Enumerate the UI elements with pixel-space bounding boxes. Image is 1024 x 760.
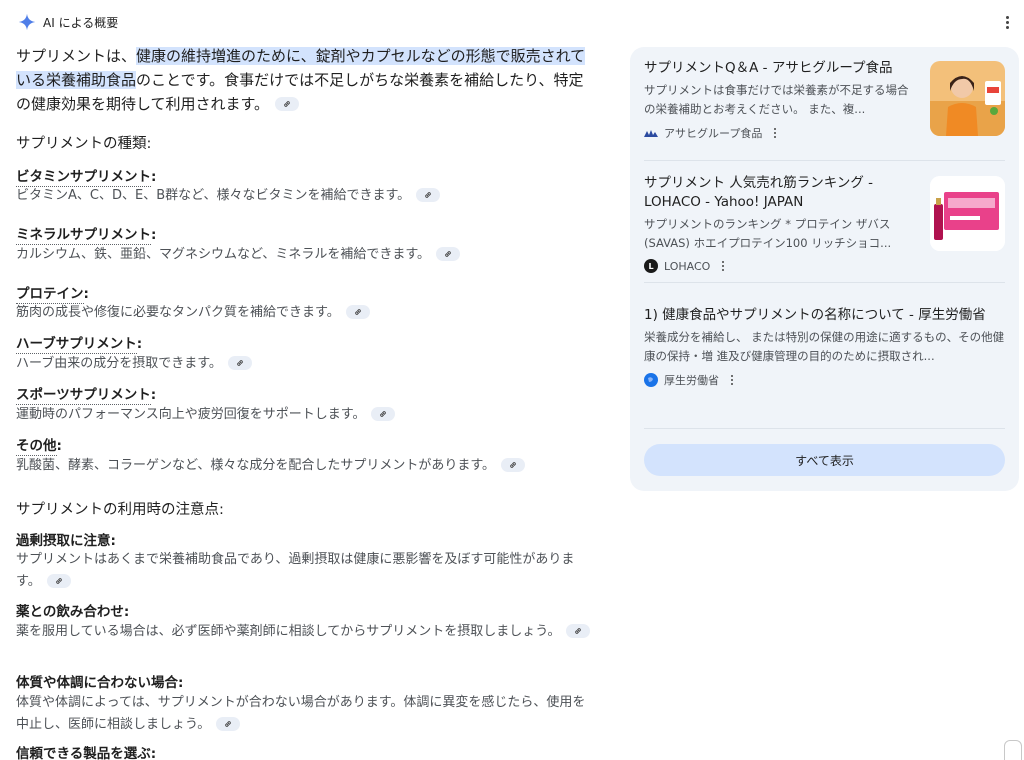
more-options-icon[interactable] [998,12,1016,32]
source-card-snippet: サプリメントのランキング * プロテイン ザバス(SAVAS) ホエイプロテイン… [644,217,892,250]
asahi-logo-icon [644,128,658,138]
caution-title: 体質や体調に合わない場合: [16,675,184,691]
source-link-icon[interactable] [46,573,71,588]
source-card-snippet: サプリメントは食事だけでは栄養素が不足する場合の栄養補助とお考えください。 また… [644,83,909,116]
show-all-button[interactable]: すべて表示 [644,444,1005,476]
card-divider [644,282,1005,283]
source-card-title[interactable]: 1) 健康食品やサプリメントの名称について - 厚生労働省 [644,306,1005,325]
source-card-site: L LOHACO [644,259,914,273]
ai-overview-header: AI による概要 [18,11,118,33]
caution-title: 信頼できる製品を選ぶ: [16,746,157,760]
intro-paragraph: サプリメントは、健康の維持増進のために、錠剤やカプセルなどの形態で販売されている… [16,44,592,116]
cautions-heading: サプリメントの利用時の注意点: [16,502,224,518]
ai-overview-title: AI による概要 [43,15,119,30]
type-desc: ビタミンA、C、D、E、B群など、様々なビタミンを補給できます。 [16,185,592,207]
source-thumbnail[interactable] [930,61,1005,136]
types-heading: サプリメントの種類: [16,136,152,152]
source-card[interactable]: 1) 健康食品やサプリメントの名称について - 厚生労働省 栄養成分を補給し、 … [644,306,1005,388]
gemini-sparkle-icon [18,13,36,31]
scroll-to-bottom-button[interactable] [1004,740,1022,760]
sources-panel: サプリメントQ＆A - アサヒグループ食品 サプリメントは食事だけでは栄養素が不… [630,47,1019,491]
type-title: プロテイン: [16,286,89,304]
type-title: ハーブサプリメント: [16,336,143,354]
source-link-icon[interactable] [227,355,252,370]
globe-icon [644,373,658,387]
caution-title: 過剰摂取に注意: [16,533,116,549]
source-card-site: 厚生労働省 [644,372,1005,388]
caution-desc: サプリメントはあくまで栄養補助食品であり、過剰摂取は健康に悪影響を及ぼす可能性が… [16,552,575,589]
source-link-icon[interactable] [566,623,591,638]
type-desc: 筋肉の成長や修復に必要なタンパク質を補給できます。 [16,302,592,324]
source-link-icon[interactable] [416,187,441,202]
source-card-snippet: 栄養成分を補給し、 または特別の保健の用途に適するもの、その他健康の保持・増 進… [644,330,1005,363]
type-desc: 乳酸菌、酵素、コラーゲンなど、様々な成分を配合したサプリメントがあります。 [16,455,592,477]
type-desc: カルシウム、鉄、亜鉛、マグネシウムなど、ミネラルを補給できます。 [16,244,592,266]
source-link-icon[interactable] [436,246,461,261]
source-link-icon[interactable] [501,457,526,472]
source-link-icon[interactable] [275,96,300,111]
type-desc: 運動時のパフォーマンス向上や疲労回復をサポートします。 [16,404,592,426]
type-title: その他: [16,438,62,456]
caution-title: 薬との飲み合わせ: [16,604,130,620]
source-link-icon[interactable] [371,406,396,421]
intro-pre: サプリメントは、 [16,47,137,65]
source-options-icon[interactable] [722,261,725,271]
card-divider [644,160,1005,161]
caution-desc: 体質や体調によっては、サプリメントが合わない場合があります。体調に異変を感じたら… [16,695,586,732]
type-desc: ハーブ由来の成分を摂取できます。 [16,353,592,375]
lohaco-logo-icon: L [644,259,658,273]
source-link-icon[interactable] [345,304,370,319]
source-options-icon[interactable] [774,128,777,138]
type-title: ミネラルサプリメント: [16,227,157,245]
source-link-icon[interactable] [216,716,241,731]
caution-desc: 薬を服用している場合は、必ず医師や薬剤師に相談してからサプリメントを摂取しましょ… [16,621,592,643]
source-card-title[interactable]: サプリメント 人気売れ筋ランキング - LOHACO - Yahoo! JAPA… [644,174,914,212]
type-title: スポーツサプリメント: [16,387,157,405]
card-divider [644,428,1005,429]
source-options-icon[interactable] [731,375,733,385]
type-title: ビタミンサプリメント: [16,169,157,187]
source-card-title[interactable]: サプリメントQ＆A - アサヒグループ食品 [644,59,914,78]
source-card-site: アサヒグループ食品 [644,125,914,141]
source-thumbnail[interactable] [930,176,1005,251]
